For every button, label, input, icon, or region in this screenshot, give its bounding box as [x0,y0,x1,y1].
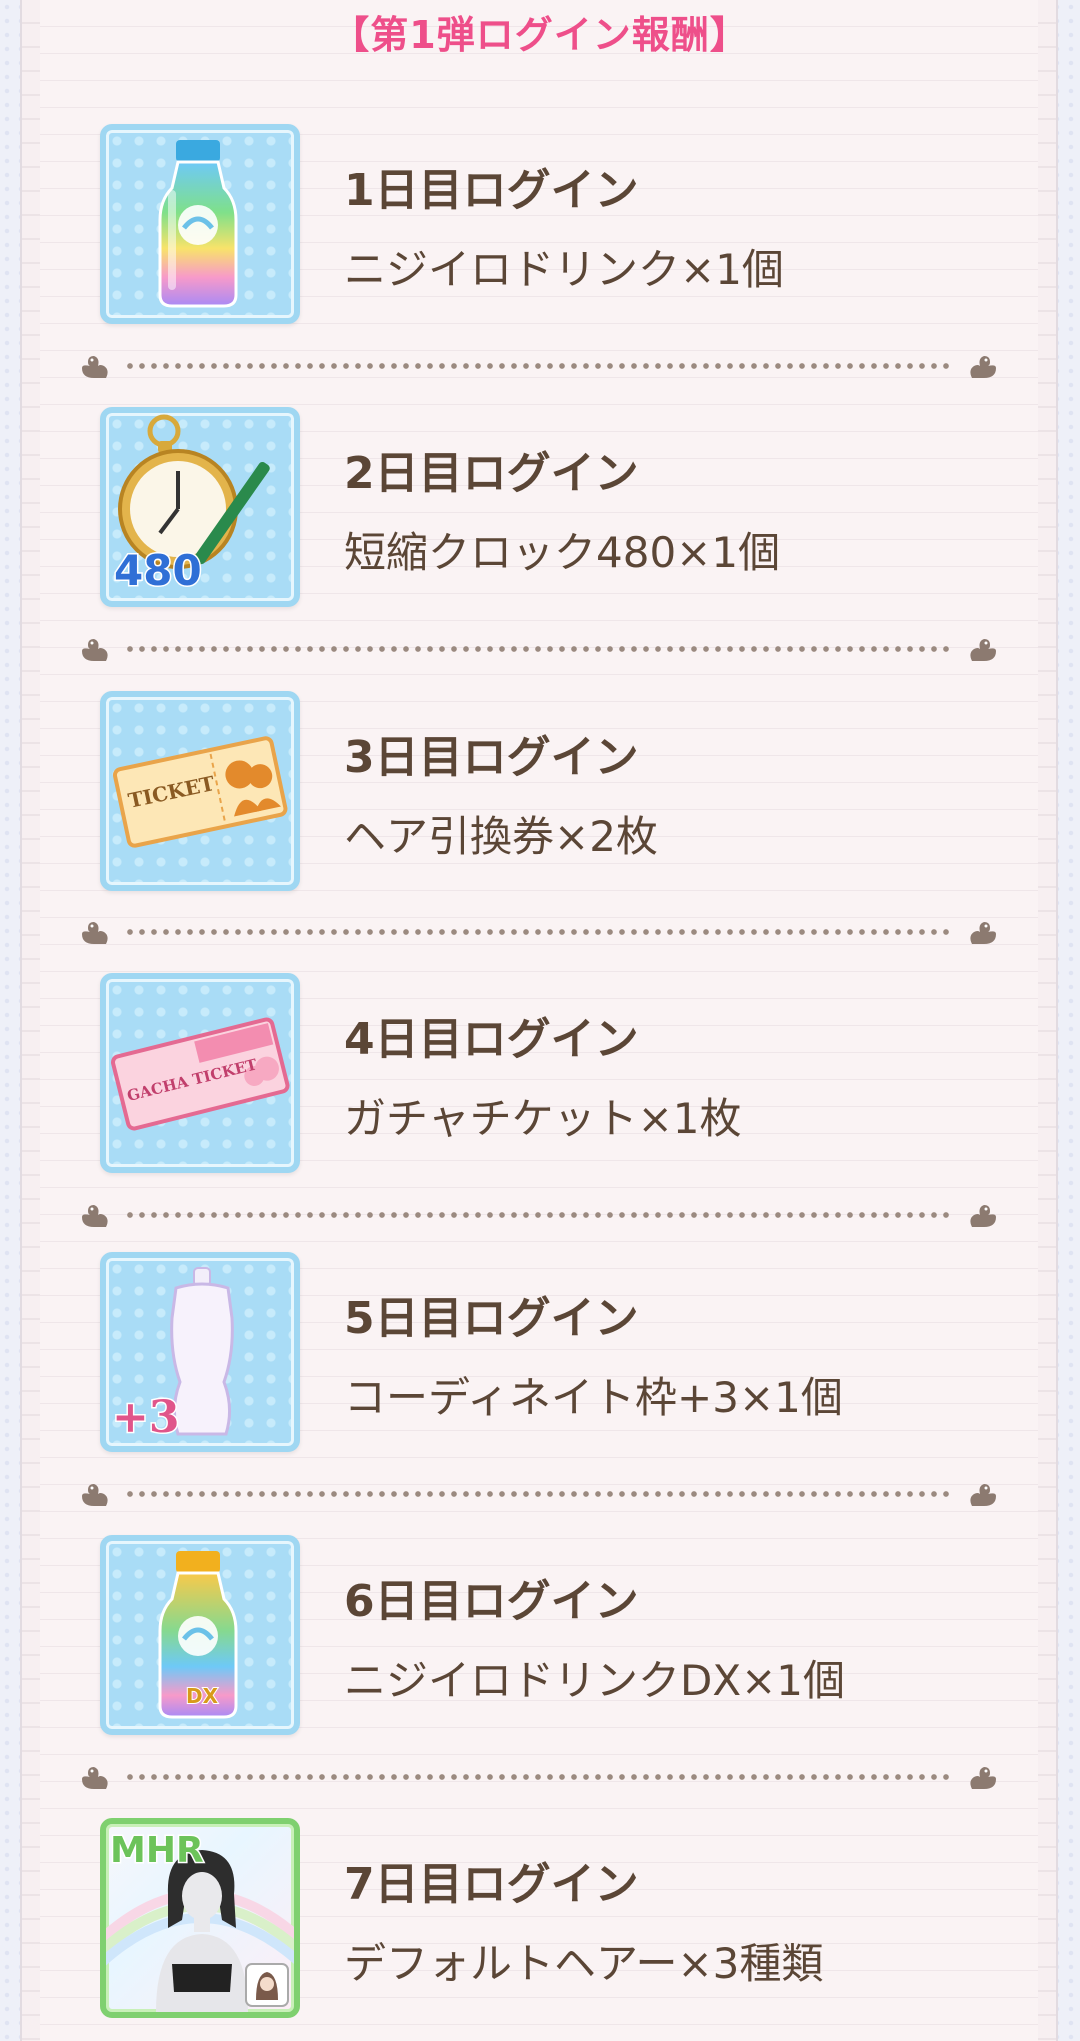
duck-icon [82,1484,108,1506]
reward-row-day1[interactable]: 1日目ログイン ニジイロドリンク×1個 [100,124,980,324]
reward-item-label: デフォルトヘアー×3種類 [344,1939,824,1988]
reward-item-label: ニジイロドリンクDX×1個 [344,1656,846,1705]
reward-day-label: 5日目ログイン [344,1293,639,1344]
reward-day-label: 7日目ログイン [344,1859,639,1910]
reward-day-label: 6日目ログイン [344,1576,639,1627]
rainbow-drink-dx-bottle-icon: DX [100,1535,300,1735]
duck-icon [970,922,996,944]
reward-day-label: 4日目ログイン [344,1014,639,1065]
reward-item-label: ガチャチケット×1枚 [344,1094,742,1143]
default-hair-avatar-icon: MHR [100,1818,300,2018]
row-divider [78,916,1000,946]
plus3-badge: +3 [112,1392,179,1443]
duck-icon [82,1767,108,1789]
row-divider [78,350,1000,380]
reward-item-label: コーディネイト枠+3×1個 [344,1373,843,1422]
dx-badge: DX [186,1684,219,1708]
duck-icon [970,1767,996,1789]
duck-icon [82,639,108,661]
duck-icon [82,356,108,378]
row-divider [78,1761,1000,1791]
badge-480: 480 [114,546,202,595]
reward-item-label: ヘア引換券×2枚 [344,812,658,861]
reward-row-day7[interactable]: MHR 7日目ログイン デフォルトヘアー×3種類 [100,1818,980,2018]
gacha-ticket-icon: GACHA TICKET [100,973,300,1173]
row-divider [78,633,1000,663]
hair-ticket-icon: TICKET [100,691,300,891]
row-divider [78,1478,1000,1508]
reward-row-day2[interactable]: 480 2日目ログイン 短縮クロック480×1個 [100,407,980,607]
reward-row-day6[interactable]: DX 6日目ログイン ニジイロドリンクDX×1個 [100,1535,980,1735]
duck-icon [970,1205,996,1227]
reward-day-label: 3日目ログイン [344,732,639,783]
rainbow-drink-bottle-icon [100,124,300,324]
reward-day-label: 2日目ログイン [344,448,639,499]
duck-icon [82,1205,108,1227]
mhr-rarity-badge: MHR [110,1830,204,1871]
row-divider [78,1199,1000,1229]
reward-row-day4[interactable]: GACHA TICKET 4日目ログイン ガチャチケット×1枚 [100,973,980,1173]
reward-item-label: 短縮クロック480×1個 [344,528,781,577]
duck-icon [82,922,108,944]
reward-row-day5[interactable]: +3 5日目ログイン コーディネイト枠+3×1個 [100,1252,980,1452]
duck-icon [970,356,996,378]
duck-icon [970,1484,996,1506]
reward-row-day3[interactable]: TICKET 3日目ログイン ヘア引換券×2枚 [100,691,980,891]
reward-item-label: ニジイロドリンク×1個 [344,245,784,294]
duck-icon [970,639,996,661]
reward-day-label: 1日目ログイン [344,165,639,216]
section-title: 【第1弾ログイン報酬】 [331,13,749,57]
pocket-watch-clock-icon: 480 [100,407,300,607]
mannequin-icon: +3 [100,1252,300,1452]
